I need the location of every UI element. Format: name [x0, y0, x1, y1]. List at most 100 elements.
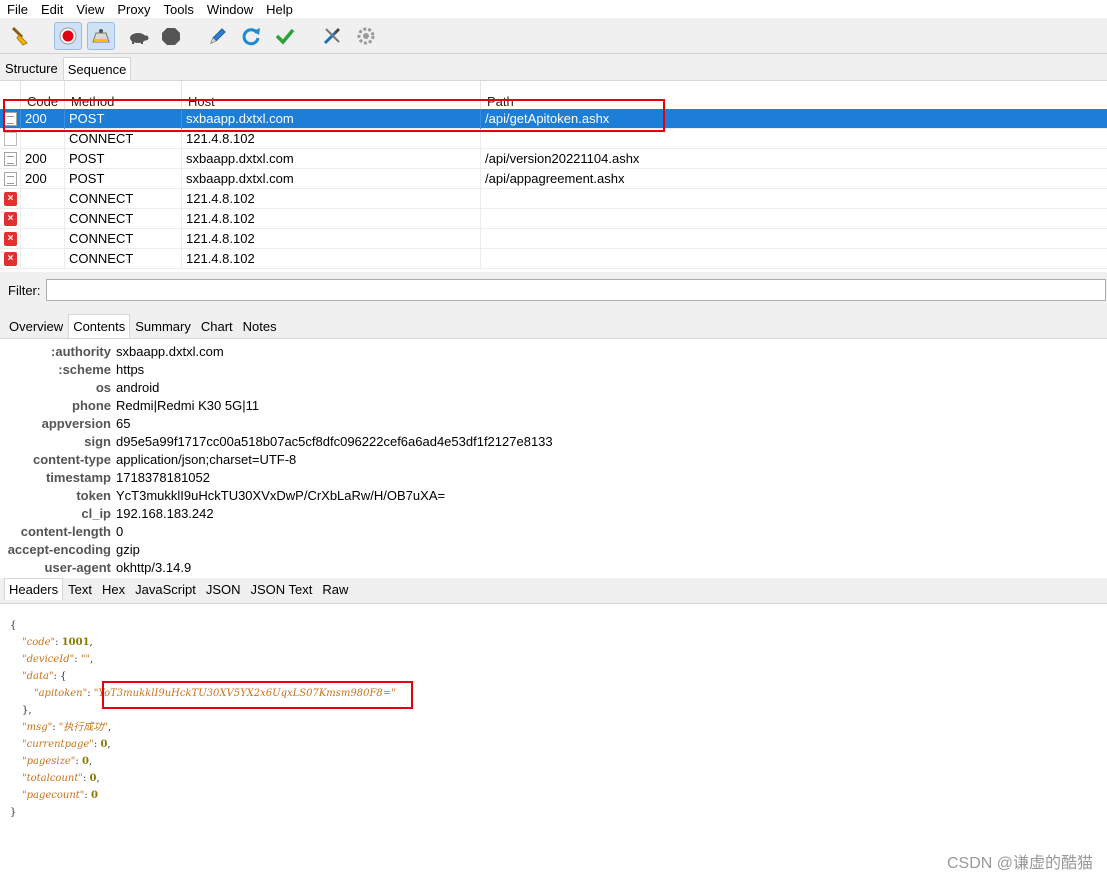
cell-method: POST [64, 149, 181, 169]
cell-path: /api/appagreement.ashx [480, 169, 1107, 189]
cell-code [20, 209, 64, 229]
response-json-panel: { "code": 1001, "deviceId": "", "data": … [0, 603, 1107, 881]
error-icon: × [4, 212, 17, 226]
json-line-totalcount: "totalcount": 0, [22, 773, 100, 784]
cell-path [480, 189, 1107, 209]
cell-host: 121.4.8.102 [181, 229, 480, 249]
error-icon: × [4, 192, 17, 206]
cell-host: sxbaapp.dxtxl.com [181, 169, 480, 189]
json-open-brace: { [10, 620, 17, 631]
header-key: appversion [41, 416, 111, 431]
filter-label: Filter: [8, 282, 41, 298]
header-row: content-length 0 [0, 523, 1107, 541]
throttle-icon[interactable] [87, 22, 115, 50]
column-header-code[interactable]: Code [20, 81, 64, 109]
table-row[interactable]: × CONNECT 121.4.8.102 [0, 189, 1107, 209]
table-row[interactable]: × CONNECT 121.4.8.102 [0, 209, 1107, 229]
record-icon[interactable] [54, 22, 82, 50]
json-line-code: "code": 1001, [22, 637, 93, 648]
cell-method: CONNECT [64, 229, 181, 249]
header-value: YcT3mukklI9uHckTU30XVxDwP/CrXbLaRw/H/OB7… [116, 488, 446, 503]
stop-icon[interactable] [157, 22, 185, 50]
filter-bar: Filter: [0, 276, 1107, 304]
cell-code [20, 229, 64, 249]
tab-javascript[interactable]: JavaScript [130, 578, 201, 600]
table-row[interactable]: CONNECT 121.4.8.102 [0, 129, 1107, 149]
cell-code: 200 [20, 169, 64, 189]
cell-path: /api/getApitoken.ashx [480, 109, 1107, 129]
header-row: content-type application/json;charset=UTF… [0, 451, 1107, 469]
json-line-pagecount: "pagecount": 0 [22, 790, 98, 801]
filter-input[interactable] [45, 279, 1106, 301]
menu-edit[interactable]: Edit [34, 2, 69, 17]
tab-notes[interactable]: Notes [238, 314, 282, 338]
menu-view[interactable]: View [69, 2, 110, 17]
tab-raw[interactable]: Raw [317, 578, 353, 600]
tab-summary[interactable]: Summary [130, 314, 196, 338]
menu-proxy[interactable]: Proxy [110, 2, 156, 17]
turtle-icon[interactable] [124, 22, 152, 50]
tab-text[interactable]: Text [63, 578, 97, 600]
json-line-deviceid: "deviceId": "", [22, 654, 94, 665]
header-value: sxbaapp.dxtxl.com [116, 344, 224, 359]
request-headers-panel: :authority sxbaapp.dxtxl.com :scheme https… [0, 338, 1107, 578]
blank-document-icon [4, 132, 17, 146]
tab-sequence[interactable]: Sequence [62, 57, 132, 80]
column-header-method[interactable]: Method [64, 81, 181, 109]
header-row: sign d95e5a99f1717cc00a518b07ac5cf8dfc096… [0, 433, 1107, 451]
cell-code: 200 [20, 109, 64, 129]
header-value: d95e5a99f1717cc00a518b07ac5cf8dfc096222c… [116, 434, 553, 449]
header-key: content-length [20, 524, 111, 539]
cell-method: POST [64, 109, 181, 129]
document-icon [4, 152, 17, 166]
settings-icon[interactable] [352, 22, 380, 50]
cell-host: 121.4.8.102 [181, 189, 480, 209]
table-row[interactable]: 200 POST sxbaapp.dxtxl.com /api/getApito… [0, 109, 1107, 129]
json-line-currentpage: "currentpage": 0, [22, 739, 111, 750]
menu-tools[interactable]: Tools [157, 2, 200, 17]
tab-overview[interactable]: Overview [4, 314, 68, 338]
tab-hex[interactable]: Hex [97, 578, 130, 600]
header-row: cl_ip 192.168.183.242 [0, 505, 1107, 523]
header-key: :scheme [58, 362, 111, 377]
check-icon[interactable] [271, 22, 299, 50]
detail-tabs: Overview Contents Summary Chart Notes [0, 314, 282, 338]
header-row: timestamp 1718378181052 [0, 469, 1107, 487]
pen-icon[interactable] [203, 22, 231, 50]
tools-icon[interactable] [318, 22, 346, 50]
tab-json-text[interactable]: JSON Text [245, 578, 317, 600]
table-row[interactable]: × CONNECT 121.4.8.102 [0, 249, 1107, 269]
header-row: token YcT3mukklI9uHckTU30XVxDwP/CrXbLaRw/… [0, 487, 1107, 505]
column-header-host[interactable]: Host [181, 81, 480, 109]
table-row[interactable]: 200 POST sxbaapp.dxtxl.com /api/version2… [0, 149, 1107, 169]
table-row[interactable]: × CONNECT 121.4.8.102 [0, 229, 1107, 249]
cell-path [480, 229, 1107, 249]
tab-json[interactable]: JSON [201, 578, 246, 600]
cell-code: 200 [20, 149, 64, 169]
cell-code [20, 129, 64, 149]
table-header: Code Method Host Path [0, 81, 1107, 109]
header-value: 192.168.183.242 [116, 506, 214, 521]
menu-bar: File Edit View Proxy Tools Window Help [0, 0, 1107, 18]
tab-headers[interactable]: Headers [4, 578, 64, 600]
header-key: :authority [51, 344, 111, 359]
header-key: token [76, 488, 111, 503]
menu-help[interactable]: Help [259, 2, 299, 17]
cell-host: 121.4.8.102 [181, 249, 480, 269]
response-tabs: Headers Text Hex JavaScript JSON JSON Te… [0, 578, 353, 602]
tab-structure[interactable]: Structure [0, 57, 63, 80]
cell-path [480, 249, 1107, 269]
refresh-icon[interactable] [237, 22, 265, 50]
broom-icon[interactable] [6, 22, 34, 50]
cell-method: CONNECT [64, 189, 181, 209]
header-value: https [116, 362, 145, 377]
table-row[interactable]: 200 POST sxbaapp.dxtxl.com /api/appagree… [0, 169, 1107, 189]
json-line-pagesize: "pagesize": 0, [22, 756, 93, 767]
column-header-path[interactable]: Path [480, 81, 1107, 109]
menu-window[interactable]: Window [200, 2, 259, 17]
header-value: okhttp/3.14.9 [116, 560, 192, 575]
menu-file[interactable]: File [0, 2, 34, 17]
tab-contents[interactable]: Contents [68, 314, 131, 338]
tab-chart[interactable]: Chart [196, 314, 238, 338]
cell-path [480, 209, 1107, 229]
